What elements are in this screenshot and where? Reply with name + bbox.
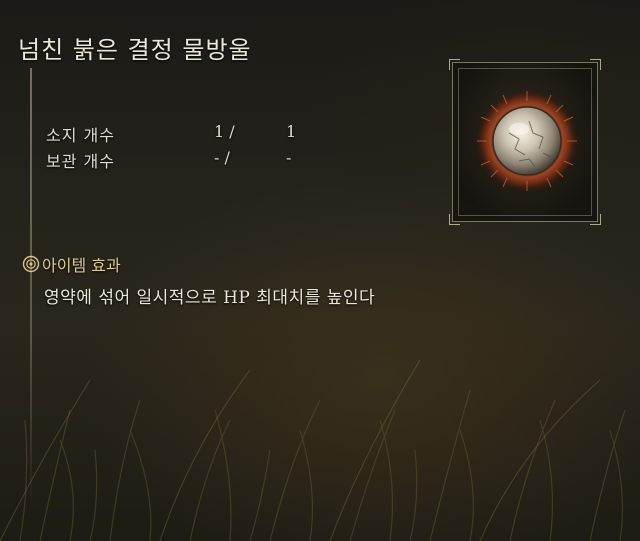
frame-corner [449,59,460,70]
stat-stored-count: - / [214,148,230,167]
stat-held-count: 1 / [214,122,235,141]
item-effect-label: 아이템 효과 [42,256,121,275]
frame-corner [449,214,460,225]
item-effect-header: 아이템 효과 [22,252,121,276]
stat-label-stored: 보관 개수 [46,152,115,171]
stat-stored-max: - [286,148,292,167]
stat-label-held: 소지 개수 [46,126,115,145]
frame-corner [590,214,601,225]
item-name: 넘친 붉은 결정 물방울 [18,36,252,64]
stat-row-held: 소지 개수 1 / 1 [46,122,316,148]
stat-row-stored: 보관 개수 - / - [46,148,316,174]
item-effect-icon [22,255,40,273]
frame-corner [590,59,601,70]
item-stats: 소지 개수 1 / 1 보관 개수 - / - [46,122,316,174]
red-crystal-tear-icon [475,89,579,193]
item-image-frame [449,59,601,225]
background-grass [0,359,626,541]
stat-held-max: 1 [286,122,297,141]
panel-divider-line [30,68,32,508]
item-effect-description: 영약에 섞어 일시적으로 HP 최대치를 높인다 [44,288,376,308]
